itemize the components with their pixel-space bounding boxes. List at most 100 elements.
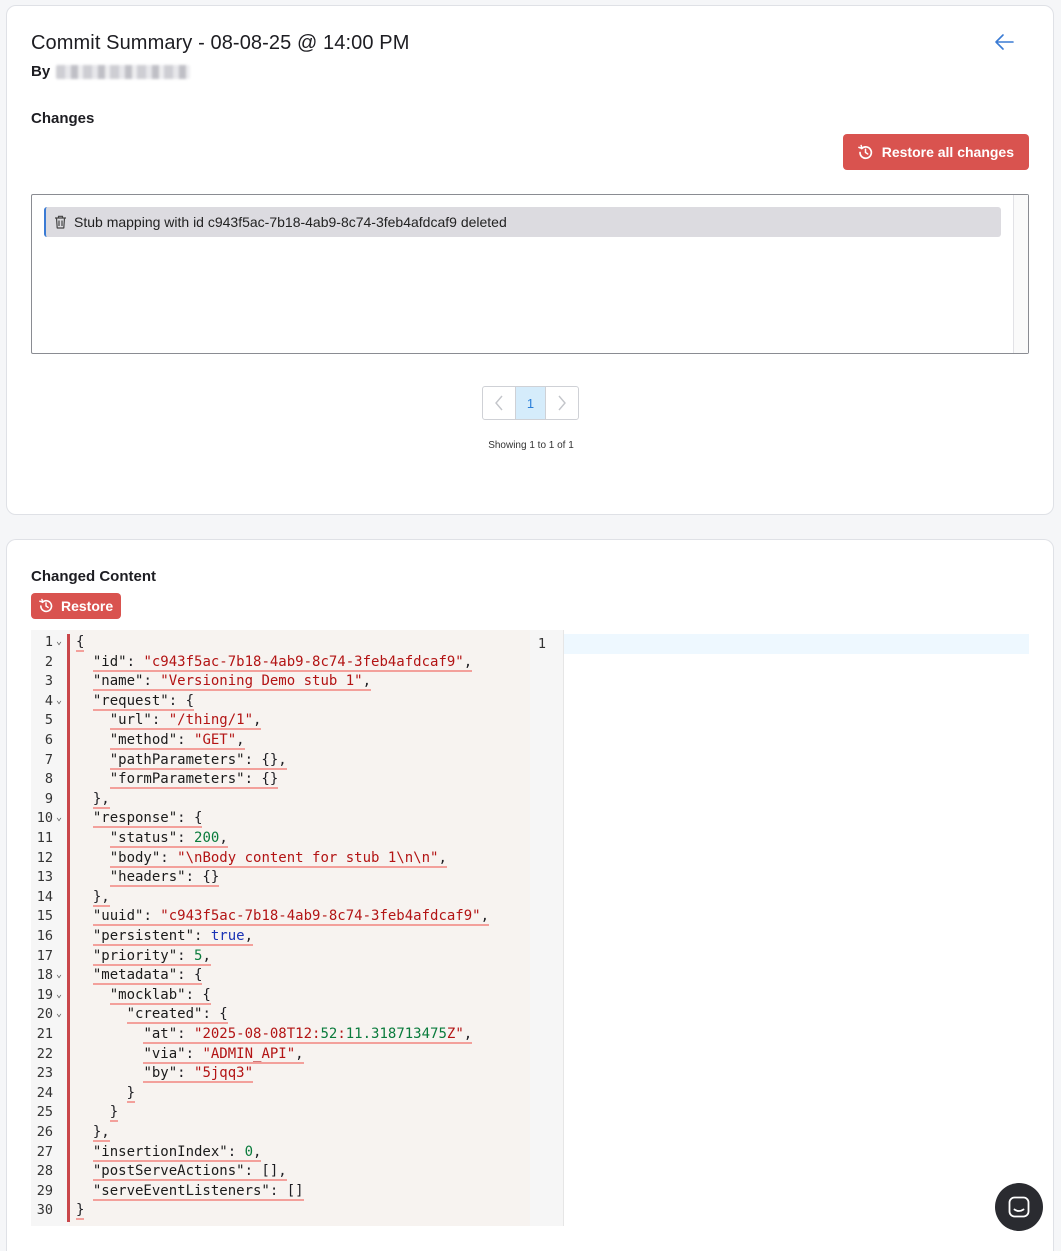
- line-number: 18: [36, 967, 53, 984]
- author-row: By: [31, 63, 191, 80]
- chevron-left-icon: [495, 395, 503, 411]
- line-number: 11: [36, 830, 53, 846]
- redacted-author-name: [56, 64, 191, 79]
- code-line: 23 "by": "5jqq3": [31, 1064, 530, 1084]
- code-line-text: "response": {: [92, 810, 203, 829]
- code-line-text: "id": "c943f5ac-7b18-4ab9-8c74-3feb4afdc…: [92, 653, 473, 672]
- code-line: 11 "status": 200,: [31, 829, 530, 849]
- line-number: 6: [44, 732, 53, 748]
- code-line: 17 "priority": 5,: [31, 947, 530, 967]
- line-number: 23: [36, 1065, 53, 1082]
- line-number: 15: [36, 908, 53, 925]
- line-number: 24: [36, 1084, 53, 1101]
- fold-chevron-icon[interactable]: ⌄: [56, 1004, 62, 1024]
- fold-chevron-icon[interactable]: ⌄: [56, 691, 62, 711]
- line-number: 3: [44, 673, 53, 690]
- line-number: 29: [36, 1182, 53, 1199]
- code-line: 19 ⌄ "mocklab": {: [31, 986, 530, 1006]
- line-number: 28: [36, 1163, 53, 1180]
- fold-chevron-icon[interactable]: ⌄: [56, 965, 62, 985]
- code-line: 22 "via": "ADMIN_API",: [31, 1045, 530, 1065]
- current-line-highlight: [564, 634, 1029, 654]
- code-line-text: "persistent": true,: [92, 928, 254, 946]
- code-line: 14 },: [31, 888, 530, 908]
- code-line: 15 "uuid": "c943f5ac-7b18-4ab9-8c74-3feb…: [31, 907, 530, 927]
- by-label: By: [31, 63, 51, 80]
- code-line: 7 "pathParameters": {},: [31, 751, 530, 771]
- fold-chevron-icon[interactable]: ⌄: [56, 985, 62, 1005]
- code-line-text: "status": 200,: [109, 830, 228, 848]
- pagination: 1: [482, 386, 579, 420]
- code-line-text: "method": "GET",: [109, 732, 245, 750]
- chat-launcher-button[interactable]: [995, 1183, 1043, 1231]
- code-line-text: },: [92, 888, 110, 907]
- diff-editor[interactable]: 1 ⌄{2 "id": "c943f5ac-7b18-4ab9-8c74-3feb…: [31, 630, 1029, 1226]
- code-line-text: "body": "\nBody content for stub 1\n\n",: [109, 849, 447, 868]
- code-line: 30}: [31, 1201, 530, 1221]
- change-item-text: Stub mapping with id c943f5ac-7b18-4ab9-…: [74, 214, 507, 230]
- code-line: 27 "insertionIndex": 0,: [31, 1143, 530, 1163]
- line-number: 13: [36, 869, 53, 886]
- code-line: 8 "formParameters": {}: [31, 770, 530, 790]
- changes-scrollbar[interactable]: [1013, 195, 1028, 353]
- code-line: 3 "name": "Versioning Demo stub 1",: [31, 672, 530, 692]
- restore-button[interactable]: Restore: [31, 593, 122, 619]
- line-number: 4: [44, 692, 53, 709]
- code-line-text: "pathParameters": {},: [109, 751, 287, 770]
- code-line-text: "insertionIndex": 0,: [92, 1143, 262, 1162]
- diff-original-pane[interactable]: 1 ⌄{2 "id": "c943f5ac-7b18-4ab9-8c74-3feb…: [31, 630, 530, 1226]
- next-page-button[interactable]: [546, 387, 578, 419]
- code-line-text: "name": "Versioning Demo stub 1",: [92, 673, 372, 692]
- list-item[interactable]: Stub mapping with id c943f5ac-7b18-4ab9-…: [44, 207, 1001, 237]
- code-line-text: "at": "2025-08-08T12:52:11.318713475Z",: [143, 1026, 473, 1044]
- line-number: 20: [36, 1006, 53, 1023]
- line-number: 1: [537, 636, 546, 652]
- code-line-text: {: [76, 634, 85, 652]
- code-line: 6 "method": "GET",: [31, 731, 530, 751]
- line-number: 22: [36, 1045, 53, 1062]
- line-number: 27: [36, 1143, 53, 1160]
- code-line-text: "request": {: [92, 692, 195, 711]
- trash-icon: [55, 215, 66, 229]
- code-line: 12 "body": "\nBody content for stub 1\n\…: [31, 849, 530, 869]
- line-number: 10: [36, 810, 53, 827]
- diff-modified-pane[interactable]: 1: [530, 630, 1029, 1226]
- chat-icon: [1008, 1196, 1030, 1218]
- fold-chevron-icon[interactable]: ⌄: [56, 808, 62, 828]
- page-number-button[interactable]: 1: [515, 387, 546, 419]
- line-number: 21: [36, 1026, 53, 1042]
- code-line: 1 ⌄ {: [31, 633, 530, 653]
- line-number: 25: [36, 1104, 53, 1121]
- changed-content-card: Changed Content Restore 1 ⌄{2 "id": "c943…: [6, 539, 1054, 1251]
- restore-all-changes-button[interactable]: Restore all changes: [842, 134, 1029, 170]
- code-line-text: "mocklab": {: [109, 986, 211, 1005]
- line-number: 8: [44, 771, 53, 788]
- code-line-text: "url": "/thing/1",: [109, 712, 262, 731]
- code-line-text: }: [126, 1084, 136, 1103]
- line-number: 30: [36, 1202, 53, 1219]
- code-line-text: "created": {: [126, 1006, 228, 1025]
- code-line-text: }: [109, 1104, 119, 1123]
- code-line-text: "postServeActions": [],: [92, 1163, 287, 1182]
- line-number: 14: [36, 888, 53, 905]
- line-number: 17: [36, 947, 53, 964]
- code-line: 16 "persistent": true,: [31, 927, 530, 947]
- code-line: 26 },: [31, 1123, 530, 1143]
- code-line-text: "uuid": "c943f5ac-7b18-4ab9-8c74-3feb4af…: [92, 908, 490, 927]
- chevron-right-icon: [558, 395, 566, 411]
- prev-page-button[interactable]: [483, 387, 515, 419]
- line-number: 12: [36, 849, 53, 866]
- history-icon: [857, 144, 872, 159]
- code-line-text: "serveEventListeners": []: [92, 1182, 304, 1201]
- line-number: 19: [36, 986, 53, 1003]
- code-line: 28 "postServeActions": [],: [31, 1162, 530, 1182]
- code-line-text: },: [92, 790, 110, 809]
- code-line: 9 },: [31, 790, 530, 810]
- back-arrow-icon[interactable]: [993, 32, 1015, 52]
- code-line: 25 }: [31, 1103, 530, 1123]
- code-line: 21 "at": "2025-08-08T12:52:11.318713475Z…: [31, 1025, 530, 1045]
- fold-chevron-icon[interactable]: ⌄: [56, 632, 62, 652]
- line-number: 16: [36, 928, 53, 944]
- code-line-text: "priority": 5,: [92, 947, 211, 966]
- code-line-text: }: [76, 1202, 85, 1221]
